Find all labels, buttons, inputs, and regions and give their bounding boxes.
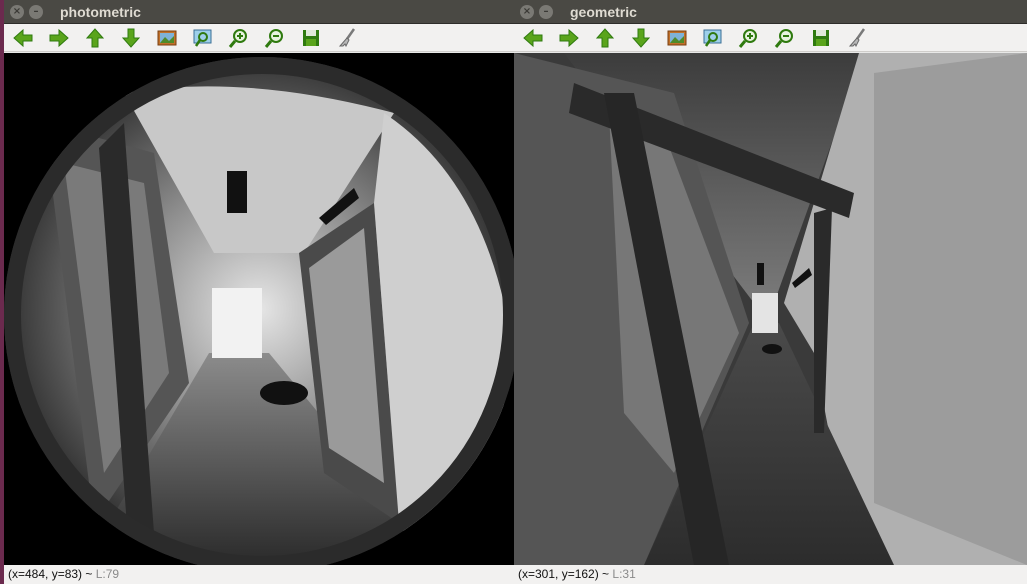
arrow-left-icon[interactable] [520,26,546,50]
image-view-geometric[interactable] [514,53,1027,565]
arrow-up-icon[interactable] [592,26,618,50]
cursor-coordinates: (x=301, y=162) ~ [518,567,613,581]
fit-image-icon[interactable] [154,26,180,50]
status-bar: (x=484, y=83) ~ L:79 [4,565,514,584]
zoom-out-icon[interactable] [262,26,288,50]
arrow-right-icon[interactable] [46,26,72,50]
arrow-left-icon[interactable] [10,26,36,50]
zoom-region-icon[interactable] [190,26,216,50]
window-title: photometric [60,3,141,20]
zoom-in-icon[interactable] [736,26,762,50]
zoom-region-icon[interactable] [700,26,726,50]
properties-brush-icon[interactable] [334,26,360,50]
status-bar: (x=301, y=162) ~ L:31 [514,565,1027,584]
minimize-button[interactable]: – [539,4,553,19]
zoom-out-icon[interactable] [772,26,798,50]
window-titlebar[interactable]: × – geometric [514,0,1027,24]
fit-image-icon[interactable] [664,26,690,50]
close-button[interactable]: × [520,4,534,19]
properties-brush-icon[interactable] [844,26,870,50]
toolbar [514,24,1027,52]
close-button[interactable]: × [10,4,24,19]
geometric-window: × – geometric (x=301, y=162) ~ L:31 [514,0,1027,584]
arrow-down-icon[interactable] [628,26,654,50]
pixel-level: L:79 [95,567,120,581]
image-view-photometric[interactable] [4,53,514,565]
photometric-window: × – photometric (x=484, y=83) ~ L:79 [4,0,514,584]
pixel-level: L:31 [612,567,636,581]
cursor-coordinates: (x=484, y=83) ~ [8,567,96,581]
save-icon[interactable] [298,26,324,50]
window-title: geometric [570,3,637,20]
window-titlebar[interactable]: × – photometric [4,0,514,24]
toolbar [4,24,514,52]
save-icon[interactable] [808,26,834,50]
arrow-down-icon[interactable] [118,26,144,50]
arrow-right-icon[interactable] [556,26,582,50]
arrow-up-icon[interactable] [82,26,108,50]
minimize-button[interactable]: – [29,4,43,19]
zoom-in-icon[interactable] [226,26,252,50]
